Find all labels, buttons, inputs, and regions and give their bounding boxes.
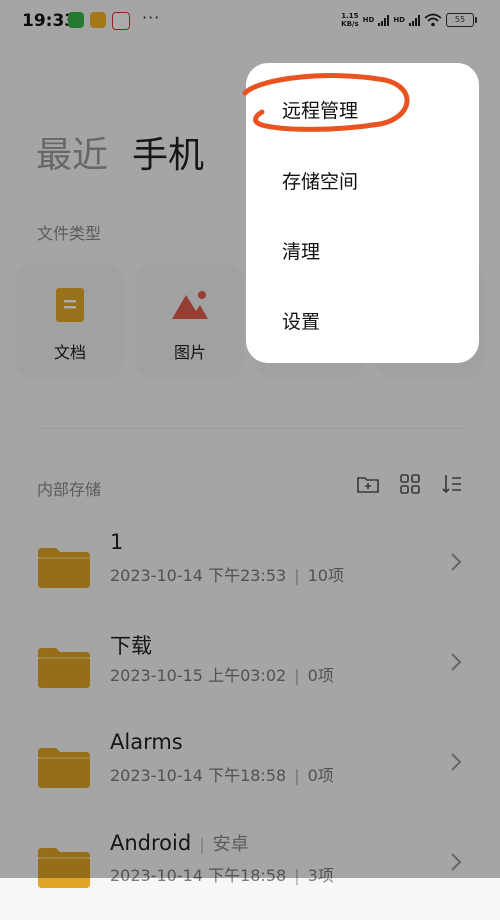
menu-item-storage-space[interactable]: 存储空间 [282,167,358,194]
menu-item-settings[interactable]: 设置 [282,307,320,334]
menu-item-cleanup[interactable]: 清理 [282,237,320,264]
menu-item-remote-management[interactable]: 远程管理 [282,96,358,123]
overflow-menu: 远程管理 存储空间 清理 设置 [246,63,479,363]
